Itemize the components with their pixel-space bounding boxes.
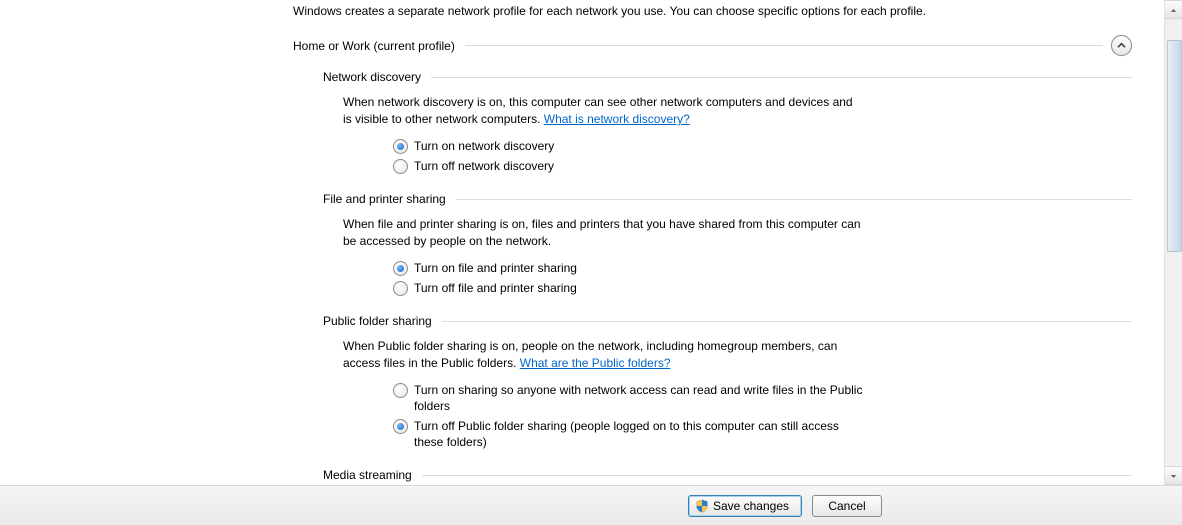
link-what-is-network-discovery[interactable]: What is network discovery? — [544, 112, 690, 126]
section-network-discovery: Network discovery When network discovery… — [323, 70, 1132, 174]
vertical-scrollbar[interactable] — [1164, 0, 1182, 485]
section-rule — [442, 321, 1132, 322]
save-button-label: Save changes — [713, 499, 789, 513]
radio-label: Turn on sharing so anyone with network a… — [414, 382, 863, 414]
radio-label: Turn off Public folder sharing (people l… — [414, 418, 863, 450]
radio-turn-off-network-discovery[interactable]: Turn off network discovery — [393, 158, 863, 174]
radio-icon — [393, 419, 408, 434]
radio-label: Turn on network discovery — [414, 138, 554, 154]
section-file-printer-sharing: File and printer sharing When file and p… — [323, 192, 1132, 296]
radio-label: Turn off network discovery — [414, 158, 554, 174]
section-rule — [422, 475, 1132, 476]
radio-icon — [393, 139, 408, 154]
radio-label: Turn on file and printer sharing — [414, 260, 577, 276]
radio-turn-on-public-folder-sharing[interactable]: Turn on sharing so anyone with network a… — [393, 382, 863, 414]
section-public-folder-sharing: Public folder sharing When Public folder… — [323, 314, 1132, 450]
scroll-down-button[interactable] — [1165, 466, 1182, 485]
radio-label: Turn off file and printer sharing — [414, 280, 577, 296]
arrow-up-icon — [1170, 3, 1177, 17]
radio-icon — [393, 383, 408, 398]
radio-turn-off-public-folder-sharing[interactable]: Turn off Public folder sharing (people l… — [393, 418, 863, 450]
section-rule — [431, 77, 1132, 78]
radio-group-network-discovery: Turn on network discovery Turn off netwo… — [393, 138, 863, 174]
section-title-media-streaming: Media streaming — [323, 468, 422, 482]
section-media-streaming: Media streaming — [323, 468, 1132, 482]
radio-icon — [393, 261, 408, 276]
button-bar: Save changes Cancel — [0, 485, 1182, 525]
section-desc-network-discovery: When network discovery is on, this compu… — [343, 94, 863, 128]
chevron-up-icon — [1117, 41, 1126, 50]
radio-group-public-folder: Turn on sharing so anyone with network a… — [393, 382, 863, 451]
radio-turn-on-network-discovery[interactable]: Turn on network discovery — [393, 138, 863, 154]
profile-header: Home or Work (current profile) — [293, 35, 1132, 56]
section-title-file-printer: File and printer sharing — [323, 192, 456, 206]
radio-group-file-printer: Turn on file and printer sharing Turn of… — [393, 260, 863, 296]
scroll-up-button[interactable] — [1165, 0, 1182, 19]
cancel-button[interactable]: Cancel — [812, 495, 882, 517]
link-what-are-public-folders[interactable]: What are the Public folders? — [520, 356, 671, 370]
radio-icon — [393, 281, 408, 296]
section-desc-public-folder: When Public folder sharing is on, people… — [343, 338, 863, 372]
profile-rule — [465, 45, 1103, 46]
save-changes-button[interactable]: Save changes — [688, 495, 802, 517]
radio-turn-on-file-printer-sharing[interactable]: Turn on file and printer sharing — [393, 260, 863, 276]
scroll-thumb[interactable] — [1167, 40, 1182, 252]
settings-content: Windows creates a separate network profi… — [0, 0, 1162, 485]
section-rule — [456, 199, 1132, 200]
intro-text: Windows creates a separate network profi… — [293, 0, 1063, 19]
profile-title: Home or Work (current profile) — [293, 39, 465, 53]
radio-turn-off-file-printer-sharing[interactable]: Turn off file and printer sharing — [393, 280, 863, 296]
uac-shield-icon — [695, 499, 709, 513]
collapse-profile-button[interactable] — [1111, 35, 1132, 56]
section-title-network-discovery: Network discovery — [323, 70, 431, 84]
section-desc-file-printer: When file and printer sharing is on, fil… — [343, 216, 863, 250]
radio-icon — [393, 159, 408, 174]
section-title-public-folder: Public folder sharing — [323, 314, 442, 328]
cancel-button-label: Cancel — [828, 499, 865, 513]
arrow-down-icon — [1170, 469, 1177, 483]
